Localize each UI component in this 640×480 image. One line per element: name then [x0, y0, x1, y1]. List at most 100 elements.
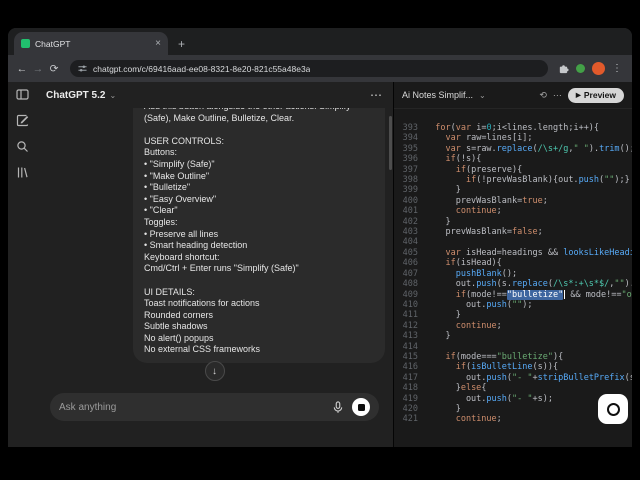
scroll-down-icon: ↓: [212, 365, 217, 377]
chat-line: Buttons:: [144, 147, 178, 158]
extensions-puzzle-icon[interactable]: [558, 63, 569, 74]
chat-line: • "Make Outline": [144, 170, 210, 181]
site-settings-icon[interactable]: [78, 64, 87, 73]
forward-icon[interactable]: →: [30, 63, 46, 75]
code-line[interactable]: 402 }: [394, 217, 632, 227]
preview-button[interactable]: ▶ Preview: [567, 87, 624, 103]
canvas-menu-icon[interactable]: ⋯: [553, 90, 562, 101]
profile-avatar[interactable]: [592, 62, 605, 75]
code-line[interactable]: 407 pushBlank();: [394, 269, 632, 279]
code-line[interactable]: 404: [394, 237, 632, 247]
code-line[interactable]: 420 }: [394, 404, 632, 414]
chat-line: Subtle shadows: [144, 321, 208, 332]
code-line[interactable]: 400 prevWasBlank=true;: [394, 196, 632, 206]
code-line[interactable]: 406 if(isHead){: [394, 258, 632, 268]
chat-message-lines: Add this button alongside the other acti…: [144, 108, 374, 356]
search-icon[interactable]: [16, 140, 29, 153]
code-line[interactable]: 408 out.push(s.replace(/\s*:+\s*$/,"").t…: [394, 279, 632, 289]
chat-line: • "Clear": [144, 205, 178, 216]
letterbox-top: [0, 0, 640, 28]
chat-line: Add this button alongside the other acti…: [144, 108, 374, 113]
code-lines: 393 for(var i=0;i<lines.length;i++){394 …: [394, 123, 632, 425]
code-line[interactable]: 414: [394, 342, 632, 352]
version-history-icon[interactable]: ⟲: [539, 90, 547, 101]
conversation-menu-icon[interactable]: ⋯: [370, 88, 383, 102]
code-line[interactable]: 411 }: [394, 310, 632, 320]
tab-favicon-icon: [21, 39, 30, 48]
browser-tab-strip: ChatGPT × +: [8, 28, 632, 55]
code-line[interactable]: 399 }: [394, 185, 632, 195]
user-message-bubble: Add this button alongside the other acti…: [133, 108, 385, 364]
code-line[interactable]: 410 out.push("");: [394, 300, 632, 310]
code-line[interactable]: 412 continue;: [394, 321, 632, 331]
message-composer[interactable]: Ask anything: [50, 393, 379, 421]
letterbox-bottom: [0, 447, 640, 480]
chatgpt-app: ChatGPT 5.2 ⌄ ⋯ Add this button alongsid…: [8, 82, 632, 447]
code-editor[interactable]: 393 for(var i=0;i<lines.length;i++){394 …: [394, 109, 632, 447]
sidebar-rail: [8, 82, 36, 447]
canvas-chevron-down-icon[interactable]: ⌄: [479, 91, 486, 100]
composer-placeholder: Ask anything: [59, 401, 117, 413]
toolbar-right-cluster: ⋮: [558, 62, 622, 75]
browser-toolbar: ← → ⟳ chatgpt.com/c/69416aad-ee08-8321-8…: [8, 55, 632, 82]
code-line[interactable]: 395 var s=raw.replace(/\s+/g," ").trim()…: [394, 144, 632, 154]
canvas-header: Ai Notes Simplif... ⌄ ⟲ ⋯ ▶ Preview: [394, 82, 632, 109]
chat-line: • "Easy Overview": [144, 193, 217, 204]
stop-icon: [357, 403, 365, 411]
preview-label: Preview: [583, 90, 616, 100]
chat-messages: Add this button alongside the other acti…: [36, 108, 393, 387]
stop-generating-button[interactable]: [352, 398, 370, 416]
code-line[interactable]: 393 for(var i=0;i<lines.length;i++){: [394, 123, 632, 133]
chat-line: Toast notifications for actions: [144, 298, 260, 309]
record-icon: [606, 402, 620, 416]
model-switcher[interactable]: ChatGPT 5.2 ⌄: [46, 90, 116, 101]
code-line[interactable]: 397 if(preserve){: [394, 165, 632, 175]
code-line[interactable]: 418 }else{: [394, 383, 632, 393]
new-chat-icon[interactable]: [16, 114, 29, 127]
chat-header: ChatGPT 5.2 ⌄ ⋯: [36, 82, 393, 108]
screen-recorder-widget[interactable]: [598, 394, 628, 424]
code-line[interactable]: 394 var raw=lines[i];: [394, 133, 632, 143]
back-icon[interactable]: ←: [14, 63, 30, 75]
reload-icon[interactable]: ⟳: [46, 63, 62, 75]
chat-line: UI DETAILS:: [144, 286, 195, 297]
code-line[interactable]: 403 prevWasBlank=false;: [394, 227, 632, 237]
chat-scrollbar-thumb[interactable]: [389, 116, 392, 170]
code-line[interactable]: 419 out.push("- "+s);: [394, 394, 632, 404]
chat-line: • Preserve all lines: [144, 228, 219, 239]
code-line[interactable]: 415 if(mode==="bulletize"){: [394, 352, 632, 362]
code-line[interactable]: 413 }: [394, 331, 632, 341]
play-icon: ▶: [575, 92, 581, 99]
code-line[interactable]: 405 var isHead=headings && looksLikeHead…: [394, 248, 632, 258]
code-line[interactable]: 409 if(mode!=="bulletize" && mode!=="ove…: [394, 289, 632, 300]
code-line[interactable]: 396 if(!s){: [394, 154, 632, 164]
chevron-down-icon: ⌄: [109, 90, 117, 100]
scroll-to-bottom-button[interactable]: ↓: [204, 361, 225, 381]
tab-title: ChatGPT: [35, 38, 71, 49]
canvas-title[interactable]: Ai Notes Simplif...: [402, 90, 473, 100]
code-line[interactable]: 398 if(!prevWasBlank){out.push("");}: [394, 175, 632, 185]
mic-icon[interactable]: [332, 400, 344, 414]
tab-close-icon[interactable]: ×: [155, 38, 161, 49]
model-name: ChatGPT 5.2: [46, 89, 106, 101]
browser-tab[interactable]: ChatGPT ×: [14, 32, 168, 55]
chat-line: [144, 275, 374, 287]
chat-line: [144, 124, 374, 136]
address-bar[interactable]: chatgpt.com/c/69416aad-ee08-8321-8e20-82…: [70, 60, 548, 77]
chat-line: USER CONTROLS:: [144, 135, 225, 146]
code-line[interactable]: 417 out.push("- "+stripBulletPrefix(s).t…: [394, 373, 632, 383]
chat-line: No external CSS frameworks: [144, 344, 261, 355]
browser-menu-icon[interactable]: ⋮: [612, 63, 622, 74]
new-tab-button[interactable]: +: [178, 37, 185, 51]
chat-column: ChatGPT 5.2 ⌄ ⋯ Add this button alongsid…: [36, 82, 393, 447]
chat-line: • "Bulletize": [144, 182, 191, 193]
library-icon[interactable]: [16, 166, 29, 179]
chat-line: (Safe), Make Outline, Bulletize, Clear.: [144, 112, 295, 123]
code-line[interactable]: 421 continue;: [394, 414, 632, 424]
code-line[interactable]: 416 if(isBulletLine(s)){: [394, 362, 632, 372]
sidebar-toggle-icon[interactable]: [15, 88, 29, 101]
canvas-panel: Ai Notes Simplif... ⌄ ⟲ ⋯ ▶ Preview 393 …: [393, 82, 632, 447]
extension-green-icon[interactable]: [576, 64, 585, 73]
chat-line: • "Simplify (Safe)": [144, 158, 215, 169]
code-line[interactable]: 401 continue;: [394, 206, 632, 216]
